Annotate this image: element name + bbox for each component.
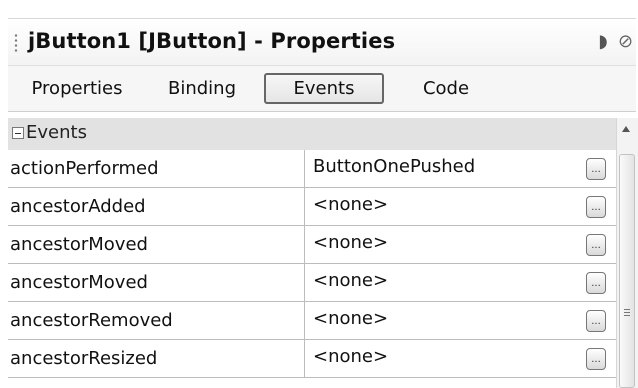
event-handler-value[interactable]: <none>	[313, 302, 573, 339]
panel-title: jButton1 [JButton] - Properties	[28, 29, 396, 53]
vertical-scrollbar[interactable]	[616, 118, 638, 388]
category-label: Events	[26, 122, 87, 143]
event-handler-value[interactable]: <none>	[313, 188, 573, 225]
title-bar: jButton1 [JButton] - Properties ◗ ⊘	[8, 18, 636, 66]
tab-properties[interactable]: Properties	[22, 73, 132, 104]
ellipsis-button[interactable]: ...	[586, 158, 606, 180]
event-name: ancestorAdded	[8, 188, 305, 225]
table-row[interactable]: ancestorMoved <none> ...	[8, 264, 616, 302]
event-name: ancestorMoved	[8, 264, 305, 301]
property-sheet: Events actionPerformed ButtonOnePushed .…	[8, 112, 616, 388]
tab-strip: Properties Binding Events Code	[8, 66, 636, 112]
ellipsis-button[interactable]: ...	[586, 196, 606, 218]
event-handler-value[interactable]: <none>	[313, 226, 573, 263]
ellipsis-button[interactable]: ...	[586, 234, 606, 256]
tab-events[interactable]: Events	[264, 73, 384, 104]
table-row[interactable]: ancestorResized <none> ...	[8, 340, 616, 378]
ellipsis-button[interactable]: ...	[586, 310, 606, 332]
tab-code[interactable]: Code	[416, 73, 476, 104]
minimize-icon[interactable]: ◗	[592, 31, 614, 53]
table-row[interactable]: ancestorRemoved <none> ...	[8, 302, 616, 340]
table-row[interactable]: ancestorMoved <none> ...	[8, 226, 616, 264]
category-events[interactable]: Events	[8, 118, 616, 150]
ellipsis-button[interactable]: ...	[586, 272, 606, 294]
tab-binding[interactable]: Binding	[164, 73, 240, 104]
event-name: actionPerformed	[8, 150, 305, 187]
scroll-up-icon[interactable]	[622, 126, 630, 132]
event-name: ancestorMoved	[8, 226, 305, 263]
properties-panel: jButton1 [JButton] - Properties ◗ ⊘ Prop…	[0, 0, 638, 388]
event-handler-value[interactable]: <none>	[313, 340, 573, 377]
close-icon[interactable]: ⊘	[618, 31, 636, 53]
thumb-grip-icon	[624, 309, 630, 316]
drag-grip-icon[interactable]	[14, 33, 18, 53]
collapse-icon[interactable]	[12, 127, 24, 139]
table-row[interactable]: actionPerformed ButtonOnePushed ...	[8, 150, 616, 188]
event-handler-value[interactable]: <none>	[313, 264, 573, 301]
ellipsis-button[interactable]: ...	[586, 348, 606, 370]
scroll-thumb[interactable]	[619, 154, 635, 388]
event-name: ancestorResized	[8, 340, 305, 377]
table-row[interactable]: ancestorAdded <none> ...	[8, 188, 616, 226]
event-handler-value[interactable]: ButtonOnePushed	[313, 150, 573, 187]
event-name: ancestorRemoved	[8, 302, 305, 339]
